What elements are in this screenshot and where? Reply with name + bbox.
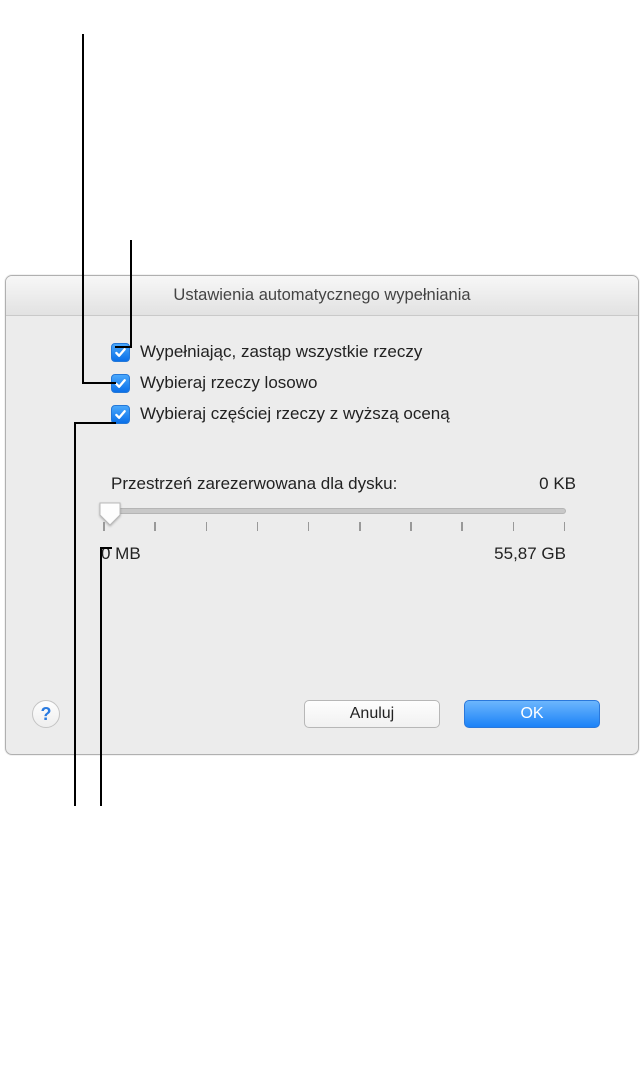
callout-line: [82, 34, 84, 384]
dialog-titlebar: Ustawienia automatycznego wypełniania: [6, 276, 638, 316]
callout-line: [115, 346, 132, 348]
help-button[interactable]: ?: [32, 700, 60, 728]
help-icon: ?: [41, 704, 52, 725]
dialog-content: Wypełniając, zastąp wszystkie rzeczy Wyb…: [6, 316, 638, 584]
checkbox-label: Wypełniając, zastąp wszystkie rzeczy: [140, 342, 422, 362]
callout-line: [74, 422, 116, 424]
callout-line: [82, 382, 116, 384]
callout-line: [74, 422, 76, 806]
dialog-title: Ustawienia automatycznego wypełniania: [173, 286, 470, 305]
callout-line: [100, 547, 102, 806]
callout-line: [130, 240, 132, 348]
checkbox-label: Wybieraj częściej rzeczy z wyższą oceną: [140, 404, 450, 424]
checkbox-prefer-higher-rating[interactable]: Wybieraj częściej rzeczy z wyższą oceną: [111, 404, 578, 424]
slider-range-labels: 0 MB 55,87 GB: [101, 544, 566, 564]
disk-reserve-value: 0 KB: [539, 474, 576, 494]
slider-ticks: [101, 522, 566, 532]
disk-label-row: Przestrzeń zarezerwowana dla dysku: 0 KB: [111, 474, 576, 494]
checkbox-random-select[interactable]: Wybieraj rzeczy losowo: [111, 373, 578, 393]
cancel-button[interactable]: Anuluj: [304, 700, 440, 728]
disk-slider[interactable]: 0 MB 55,87 GB: [101, 508, 566, 564]
dialog-button-row: Anuluj OK: [304, 700, 600, 728]
checkbox-prefer-higher-rating-box[interactable]: [111, 405, 130, 424]
disk-reserve-section: Przestrzeń zarezerwowana dla dysku: 0 KB: [111, 474, 578, 564]
checkbox-replace-all[interactable]: Wypełniając, zastąp wszystkie rzeczy: [111, 342, 578, 362]
slider-track[interactable]: [101, 508, 566, 514]
ok-button[interactable]: OK: [464, 700, 600, 728]
checkmark-icon: [114, 408, 127, 421]
slider-max-label: 55,87 GB: [494, 544, 566, 564]
disk-reserve-label: Przestrzeń zarezerwowana dla dysku:: [111, 474, 397, 494]
checkbox-label: Wybieraj rzeczy losowo: [140, 373, 317, 393]
